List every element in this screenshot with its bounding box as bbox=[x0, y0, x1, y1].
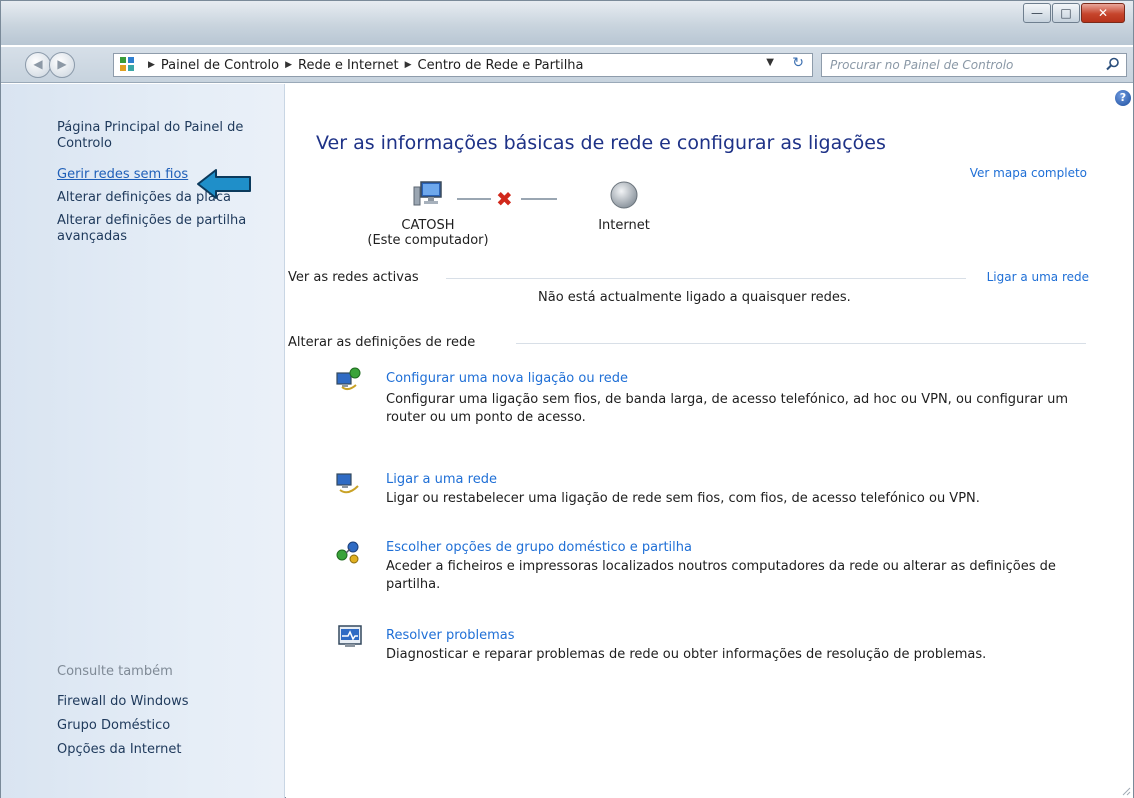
caption-buttons: — □ ✕ bbox=[1022, 3, 1125, 25]
resize-grip-icon[interactable] bbox=[1121, 786, 1131, 796]
breadcrumb[interactable]: ▶ Painel de Controlo ▶ Rede e Internet ▶… bbox=[113, 53, 813, 77]
connect-to-network-link[interactable]: Ligar a uma rede bbox=[987, 270, 1089, 284]
setup-new-connection-link[interactable]: Configurar uma nova ligação ou rede bbox=[386, 371, 628, 386]
control-panel-window: — □ ✕ ◀ ▶ ▶ Painel de Controlo ▶ Rede e … bbox=[0, 0, 1134, 798]
minimize-icon: — bbox=[1031, 6, 1043, 20]
refresh-icon[interactable]: ↻ bbox=[792, 55, 804, 71]
troubleshoot-link[interactable]: Resolver problemas bbox=[386, 628, 514, 643]
sidebar-home-link[interactable]: Página Principal do Painel de Controlo bbox=[57, 120, 267, 152]
breadcrumb-separator-icon[interactable]: ▶ bbox=[148, 60, 155, 70]
computer-icon[interactable] bbox=[412, 179, 444, 211]
troubleshoot-icon bbox=[338, 625, 362, 647]
search-box[interactable] bbox=[821, 53, 1127, 77]
history-dropdown-icon[interactable]: ▼ bbox=[766, 57, 774, 68]
close-button[interactable]: ✕ bbox=[1081, 3, 1125, 23]
help-icon[interactable]: ? bbox=[1115, 90, 1131, 106]
breadcrumb-separator-icon[interactable]: ▶ bbox=[405, 60, 412, 70]
section-divider bbox=[516, 343, 1086, 344]
computer-node-label: CATOSH (Este computador) bbox=[358, 218, 498, 248]
connect-to-network-task-link[interactable]: Ligar a uma rede bbox=[386, 472, 497, 487]
connect-to-network-description: Ligar ou restabelecer uma ligação de red… bbox=[386, 491, 980, 506]
breadcrumb-control-panel[interactable]: Painel de Controlo bbox=[161, 58, 279, 73]
computer-subtitle: (Este computador) bbox=[367, 233, 489, 248]
sidebar-item-homegroup[interactable]: Grupo Doméstico bbox=[57, 718, 170, 734]
maximize-icon: □ bbox=[1060, 6, 1072, 20]
breadcrumb-separator-icon[interactable]: ▶ bbox=[285, 60, 292, 70]
maximize-button[interactable]: □ bbox=[1052, 3, 1080, 23]
forward-arrow-icon: ▶ bbox=[57, 57, 67, 71]
disconnected-x-icon: ✖ bbox=[496, 187, 513, 211]
setup-new-connection-description: Configurar uma ligação sem fios, de band… bbox=[386, 392, 1068, 425]
computer-name: CATOSH bbox=[401, 218, 455, 233]
sidebar-item-advanced-sharing[interactable]: Alterar definições de partilha avançadas bbox=[57, 213, 267, 245]
not-connected-status: Não está actualmente ligado a quaisquer … bbox=[538, 290, 851, 305]
homegroup-sharing-description: Aceder a ficheiros e impressoras localiz… bbox=[386, 559, 1056, 592]
map-connector-line bbox=[521, 198, 557, 200]
sidebar-item-internet-options[interactable]: Opções da Internet bbox=[57, 742, 181, 758]
search-icon[interactable] bbox=[1106, 57, 1120, 71]
internet-globe-icon[interactable] bbox=[608, 179, 640, 211]
forward-button[interactable]: ▶ bbox=[49, 52, 75, 78]
address-row: ◀ ▶ ▶ Painel de Controlo ▶ Rede e Intern… bbox=[1, 47, 1133, 83]
sidebar-item-firewall[interactable]: Firewall do Windows bbox=[57, 694, 189, 710]
title-bar[interactable]: — □ ✕ bbox=[1, 1, 1133, 45]
sidebar-item-manage-wireless[interactable]: Gerir redes sem fios bbox=[57, 167, 188, 183]
breadcrumb-network-internet[interactable]: Rede e Internet bbox=[298, 58, 399, 73]
main-content: ? Ver as informações básicas de rede e c… bbox=[286, 84, 1133, 798]
internet-label: Internet bbox=[598, 218, 650, 233]
map-connector-line bbox=[457, 198, 491, 200]
close-icon: ✕ bbox=[1097, 6, 1109, 20]
control-panel-icon bbox=[120, 57, 136, 73]
homegroup-sharing-link[interactable]: Escolher opções de grupo doméstico e par… bbox=[386, 540, 692, 555]
sidebar: Página Principal do Painel de Controlo G… bbox=[1, 84, 285, 798]
pointer-arrow-icon bbox=[197, 169, 251, 199]
see-also-heading: Consulte também bbox=[57, 664, 173, 679]
breadcrumb-network-sharing-center[interactable]: Centro de Rede e Partilha bbox=[418, 58, 584, 73]
homegroup-icon bbox=[336, 541, 359, 564]
section-divider bbox=[446, 278, 966, 279]
troubleshoot-description: Diagnosticar e reparar problemas de rede… bbox=[386, 647, 987, 662]
active-networks-label: Ver as redes activas bbox=[288, 270, 419, 285]
page-title: Ver as informações básicas de rede e con… bbox=[316, 132, 886, 154]
connect-network-icon bbox=[336, 473, 359, 494]
change-settings-label: Alterar as definições de rede bbox=[288, 335, 476, 350]
back-arrow-icon: ◀ bbox=[33, 57, 43, 71]
back-button[interactable]: ◀ bbox=[25, 52, 51, 78]
search-input[interactable] bbox=[822, 54, 1092, 76]
minimize-button[interactable]: — bbox=[1023, 3, 1051, 23]
full-map-link[interactable]: Ver mapa completo bbox=[970, 166, 1087, 180]
new-connection-icon bbox=[336, 367, 361, 391]
